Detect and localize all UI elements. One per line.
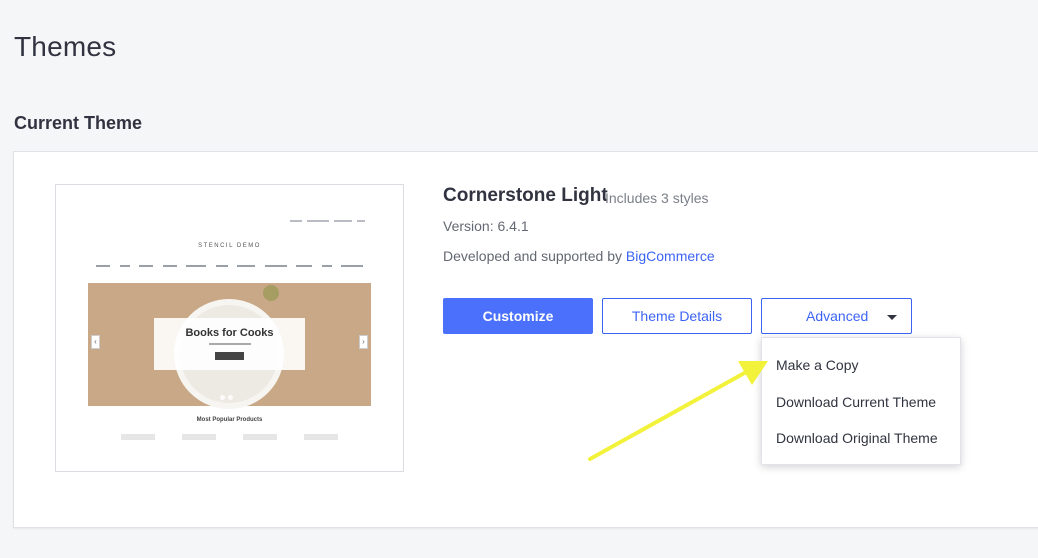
preview-next-arrow-icon: › xyxy=(359,335,368,349)
preview-hero-title: Books for Cooks xyxy=(185,327,274,339)
page-title: Themes xyxy=(14,31,117,62)
preview-nav xyxy=(96,265,363,267)
customize-button[interactable]: Customize xyxy=(443,298,593,334)
preview-section-heading: Most Popular Products xyxy=(196,417,263,423)
theme-version: Version: 6.4.1 xyxy=(443,218,529,234)
preview-hero-overlay: Books for Cooks xyxy=(154,318,305,370)
annotation-arrow-icon xyxy=(588,361,768,461)
menu-item-download-current[interactable]: Download Current Theme xyxy=(776,394,936,410)
advanced-label: Advanced xyxy=(806,308,869,324)
theme-details-button[interactable]: Theme Details xyxy=(602,298,752,334)
advanced-menu: Make a Copy Download Current Theme Downl… xyxy=(761,337,961,465)
preview-hero-button xyxy=(215,352,244,360)
developer-link[interactable]: BigCommerce xyxy=(626,248,715,264)
theme-developer: Developed and supported by BigCommerce xyxy=(443,248,715,264)
theme-thumbnail: STENCIL DEMO Books for Cooks ‹ › Most Po… xyxy=(55,184,404,472)
preview-glass-image xyxy=(263,285,279,301)
theme-preview-image: STENCIL DEMO Books for Cooks ‹ › Most Po… xyxy=(88,218,371,441)
menu-item-make-copy[interactable]: Make a Copy xyxy=(776,357,858,373)
caret-down-icon xyxy=(887,315,897,320)
advanced-dropdown-button[interactable]: Advanced xyxy=(761,298,912,334)
preview-topbar xyxy=(290,220,365,222)
preview-products xyxy=(108,434,351,440)
theme-styles-note: Includes 3 styles xyxy=(605,190,709,206)
developer-prefix: Developed and supported by xyxy=(443,248,626,264)
preview-carousel-dots xyxy=(220,395,233,400)
preview-brand: STENCIL DEMO xyxy=(198,243,261,249)
preview-hero-subtitle xyxy=(209,343,251,345)
menu-item-download-original[interactable]: Download Original Theme xyxy=(776,430,938,446)
preview-prev-arrow-icon: ‹ xyxy=(91,335,100,349)
preview-hero-banner: Books for Cooks ‹ › xyxy=(88,283,371,409)
section-title: Current Theme xyxy=(14,113,143,133)
themes-page: Themes Current Theme STENCIL DEMO Books … xyxy=(0,0,1038,558)
theme-name: Cornerstone Light xyxy=(443,185,608,206)
